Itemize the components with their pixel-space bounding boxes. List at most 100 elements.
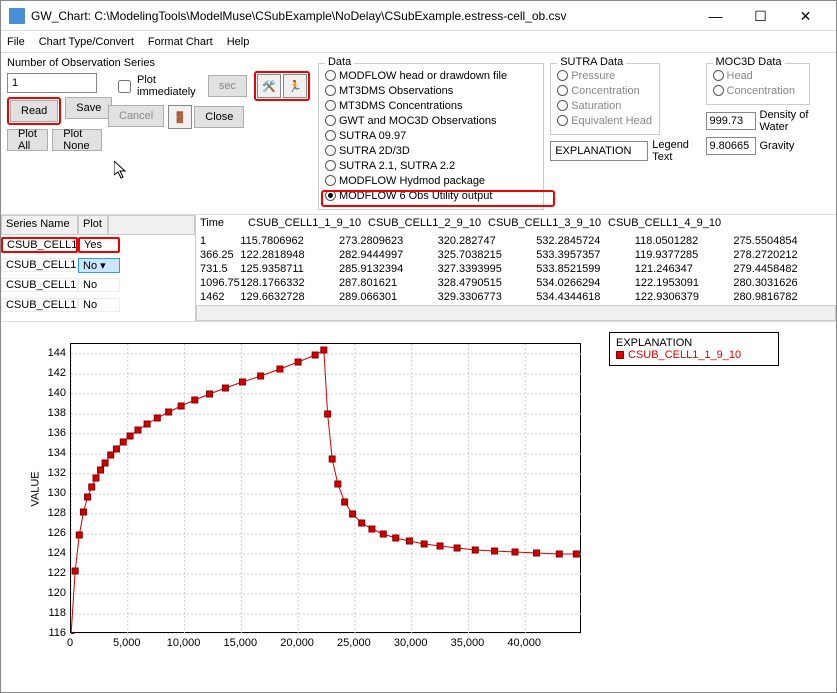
data-option-7[interactable]: MODFLOW Hydmod package	[325, 173, 537, 188]
y-tick: 118	[40, 607, 66, 619]
data-option-3[interactable]: GWT and MOC3D Observations	[325, 113, 537, 128]
chart: VALUE 1161181201221241261281301321341361…	[9, 332, 599, 662]
legend-title: EXPLANATION	[616, 337, 772, 349]
plot-header[interactable]: Plot	[78, 215, 108, 235]
save-button[interactable]: Save	[65, 97, 112, 119]
menu-bar: File Chart Type/Convert Format Chart Hel…	[1, 31, 836, 53]
close-window-button[interactable]: ✕	[783, 2, 828, 30]
x-tick: 10,000	[167, 637, 201, 649]
plotnone-button[interactable]: Plot None	[52, 129, 102, 151]
numobs-label: Number of Observation Series	[7, 57, 102, 69]
data-option-5[interactable]: SUTRA 2D/3D	[325, 143, 537, 158]
door-icon[interactable]: 🚪	[168, 105, 192, 129]
menu-format[interactable]: Format Chart	[148, 36, 213, 48]
table-row[interactable]: 1096.75128.1766332287.801621328.47905155…	[200, 277, 832, 291]
y-tick: 142	[40, 367, 66, 379]
menu-file[interactable]: File	[7, 36, 25, 48]
x-tick: 25,000	[337, 637, 371, 649]
y-tick: 116	[40, 627, 66, 639]
legend-marker-icon	[616, 351, 624, 359]
data-option-1[interactable]: MT3DMS Observations	[325, 83, 537, 98]
sec-button[interactable]: sec	[208, 75, 247, 97]
format-icon[interactable]: 🛠️	[257, 74, 281, 98]
y-tick: 138	[40, 407, 66, 419]
table-header[interactable]: CSUB_CELL1_3_9_10	[488, 217, 608, 235]
x-tick: 35,000	[451, 637, 485, 649]
series-row[interactable]: CSUB_CELL1No	[1, 295, 195, 315]
table-header[interactable]: CSUB_CELL1_4_9_10	[608, 217, 728, 235]
series-grid: Series Name Plot CSUB_CELL1YesCSUB_CELL1…	[1, 215, 196, 321]
sutra-option-1: Concentration	[557, 83, 653, 98]
y-tick: 126	[40, 527, 66, 539]
read-button[interactable]: Read	[10, 100, 58, 122]
plotall-button[interactable]: Plot All	[7, 129, 48, 151]
x-tick: 20,000	[280, 637, 314, 649]
y-tick: 128	[40, 507, 66, 519]
density-input[interactable]	[706, 112, 756, 130]
sutra-option-3: Equivalent Head	[557, 113, 653, 128]
series-name-header[interactable]: Series Name	[1, 215, 78, 235]
title-bar: GW_Chart: C:\ModelingTools\ModelMuse\CSu…	[1, 1, 836, 31]
legend-panel: EXPLANATION CSUB_CELL1_1_9_10	[609, 332, 779, 366]
y-tick: 144	[40, 347, 66, 359]
plot-immediately-label: Plot immediately	[137, 74, 201, 98]
table-row[interactable]: 1115.7806962273.2809623320.282747532.284…	[200, 235, 832, 249]
minimize-button[interactable]: —	[693, 2, 738, 30]
table-row[interactable]: 731.5125.9358711285.9132394327.339399553…	[200, 263, 832, 277]
plot-area	[70, 343, 581, 633]
x-tick: 5,000	[113, 637, 141, 649]
y-tick: 120	[40, 587, 66, 599]
moc3d-option-1: Concentration	[713, 83, 803, 98]
menu-help[interactable]: Help	[227, 36, 250, 48]
moc3d-option-0: Head	[713, 68, 803, 83]
sutra-option-0: Pressure	[557, 68, 653, 83]
sutra-option-2: Saturation	[557, 98, 653, 113]
run-icon[interactable]: 🏃	[283, 74, 307, 98]
numobs-input[interactable]	[7, 73, 97, 93]
data-option-4[interactable]: SUTRA 09.97	[325, 128, 537, 143]
density-label: Density of Water	[760, 109, 831, 133]
series-row[interactable]: CSUB_CELL1No ▾	[1, 255, 195, 275]
x-tick: 0	[67, 637, 73, 649]
table-header[interactable]: Time	[200, 217, 248, 235]
table-header[interactable]: CSUB_CELL1_2_9_10	[368, 217, 488, 235]
plot-immediately-checkbox[interactable]	[118, 80, 131, 93]
menu-charttype[interactable]: Chart Type/Convert	[39, 36, 134, 48]
y-tick: 136	[40, 427, 66, 439]
table-header[interactable]: CSUB_CELL1_1_9_10	[248, 217, 368, 235]
legend-text-input[interactable]	[550, 141, 648, 161]
data-table[interactable]: TimeCSUB_CELL1_1_9_10CSUB_CELL1_2_9_10CS…	[196, 215, 836, 321]
moc3d-group: MOC3D Data HeadConcentration	[706, 63, 810, 105]
sutra-group: SUTRA Data PressureConcentrationSaturati…	[550, 63, 660, 135]
maximize-button[interactable]: ☐	[738, 2, 783, 30]
series-row[interactable]: CSUB_CELL1Yes	[1, 235, 195, 255]
data-legend: Data	[325, 56, 354, 68]
y-tick: 140	[40, 387, 66, 399]
hscrollbar[interactable]	[196, 305, 836, 321]
gravity-input[interactable]	[706, 137, 756, 155]
series-row[interactable]: CSUB_CELL1No	[1, 275, 195, 295]
window-title: GW_Chart: C:\ModelingTools\ModelMuse\CSu…	[31, 9, 693, 23]
x-tick: 15,000	[224, 637, 258, 649]
y-tick: 134	[40, 447, 66, 459]
close-button[interactable]: Close	[194, 106, 244, 128]
data-option-2[interactable]: MT3DMS Concentrations	[325, 98, 537, 113]
moc3d-legend: MOC3D Data	[713, 56, 785, 68]
gravity-label: Gravity	[760, 140, 795, 152]
table-row[interactable]: 1462129.6632728289.066301329.3306773534.…	[200, 291, 832, 305]
toolbar: Number of Observation Series Read Save P…	[1, 53, 836, 215]
y-tick: 122	[40, 567, 66, 579]
y-tick: 130	[40, 487, 66, 499]
cancel-button[interactable]: Cancel	[108, 105, 164, 127]
mid-row: Series Name Plot CSUB_CELL1YesCSUB_CELL1…	[1, 215, 836, 322]
data-group: Data MODFLOW head or drawdown fileMT3DMS…	[318, 63, 544, 210]
legend-text-label: Legend Text	[652, 139, 699, 163]
data-option-6[interactable]: SUTRA 2.1, SUTRA 2.2	[325, 158, 537, 173]
data-option-8[interactable]: MODFLOW 6 Obs Utility output	[325, 188, 537, 203]
y-tick: 132	[40, 467, 66, 479]
table-row[interactable]: 366.25122.2818948282.9444997325.70382155…	[200, 249, 832, 263]
data-option-0[interactable]: MODFLOW head or drawdown file	[325, 68, 537, 83]
chart-area: VALUE 1161181201221241261281301321341361…	[1, 322, 836, 670]
x-tick: 40,000	[507, 637, 541, 649]
sutra-legend: SUTRA Data	[557, 56, 626, 68]
